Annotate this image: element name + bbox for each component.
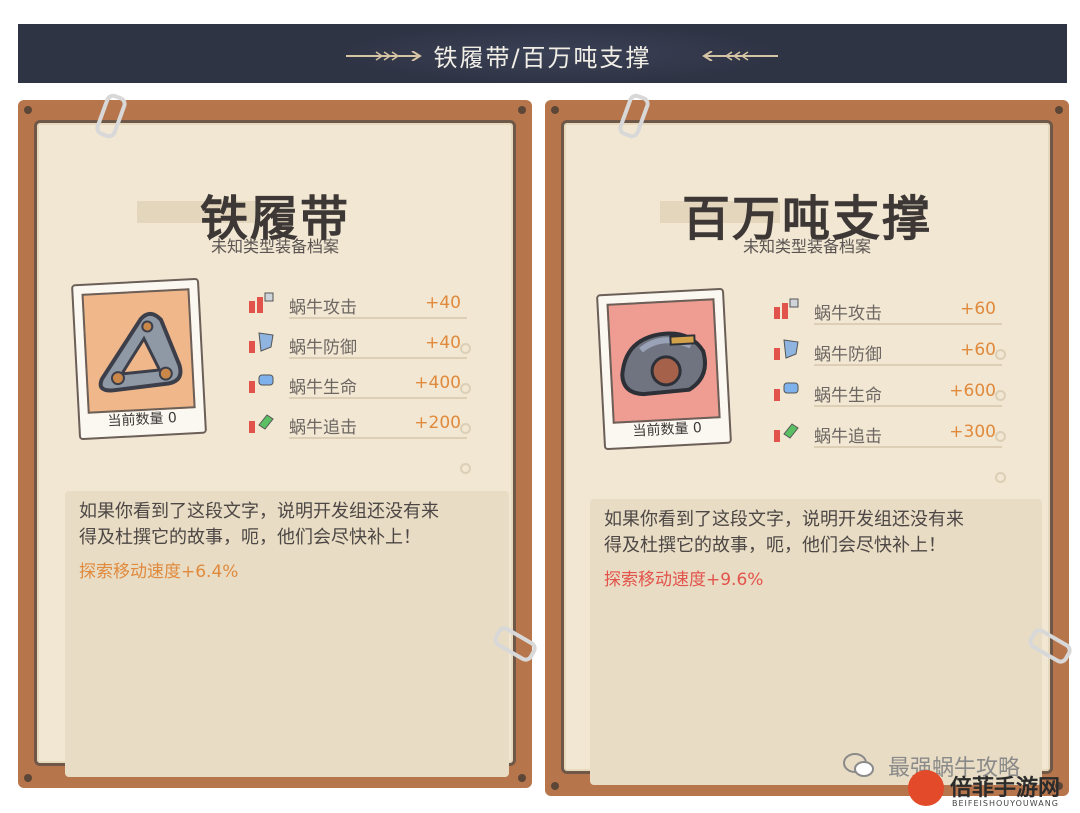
equipment-subtitle: 未知类型装备档案 xyxy=(210,237,339,256)
nail-icon xyxy=(518,106,526,114)
description-box: 如果你看到了这段文字，说明开发组还没有来 得及杜撰它的故事，呃，他们会尽快补上！… xyxy=(65,491,509,777)
quantity-value: 0 xyxy=(167,410,178,427)
stat-value: +60 xyxy=(960,299,996,319)
site-logo-icon xyxy=(908,770,944,806)
defense-icon xyxy=(249,332,274,353)
stat-value: +300 xyxy=(949,422,996,442)
card-paper: 百万吨支撑 未知类型装备档案 当前数量 0 蜗牛攻击 +60 蜗牛防御 +60 … xyxy=(561,120,1053,785)
watermark-site-name: 倍菲手游网 xyxy=(950,775,1061,801)
stat-row-pursuit: 蜗牛追击 +200 xyxy=(247,407,471,474)
stats-list: 蜗牛攻击 +60 蜗牛防御 +60 蜗牛生命 +600 蜗牛追击 +300 xyxy=(772,293,1006,483)
stat-divider xyxy=(814,364,1006,401)
stat-value: +60 xyxy=(960,340,996,360)
description-line: 得及杜撰它的故事，呃，他们会尽快补上！ xyxy=(79,527,421,548)
stat-divider xyxy=(289,437,471,474)
attack-icon xyxy=(774,298,799,319)
card-paper: 铁履带 未知类型装备档案 当前数量 0 蜗牛攻击 +40 蜗牛防御 +40 蜗牛… xyxy=(34,120,516,777)
stat-value: +40 xyxy=(425,293,461,313)
bonus-text: 探索移动速度+6.4% xyxy=(79,562,239,582)
stat-row-defense: 蜗牛防御 +60 xyxy=(772,334,1006,401)
stats-list: 蜗牛攻击 +40 蜗牛防御 +40 蜗牛生命 +400 蜗牛追击 +200 xyxy=(247,287,471,474)
stat-value: +40 xyxy=(425,333,461,353)
stat-divider xyxy=(289,357,471,394)
equipment-photo: 当前数量 0 xyxy=(596,287,732,451)
stat-label: 蜗牛追击 xyxy=(814,427,882,447)
nail-icon xyxy=(518,774,526,782)
stat-divider xyxy=(289,397,471,434)
stat-divider xyxy=(814,405,1006,442)
bonus-text: 探索移动速度+9.6% xyxy=(604,570,764,590)
stat-value: +600 xyxy=(949,381,996,401)
equipment-image xyxy=(606,298,721,424)
quantity-label: 当前数量 xyxy=(632,420,689,440)
description-line: 如果你看到了这段文字，说明开发组还没有来 xyxy=(604,509,964,530)
wechat-icon xyxy=(843,753,874,777)
nail-icon xyxy=(24,774,32,782)
attack-icon xyxy=(249,292,274,313)
stat-value: +400 xyxy=(414,373,461,393)
stat-row-defense: 蜗牛防御 +40 xyxy=(247,327,471,394)
stat-value: +200 xyxy=(414,413,461,433)
stat-row-attack: 蜗牛攻击 +60 xyxy=(772,293,1006,360)
arrow-right-decoration-icon xyxy=(702,51,778,61)
stat-label: 蜗牛追击 xyxy=(289,418,357,438)
stat-label: 蜗牛防御 xyxy=(289,338,357,358)
stat-divider xyxy=(289,317,471,354)
stat-label: 蜗牛防御 xyxy=(814,345,882,365)
stat-label: 蜗牛生命 xyxy=(814,386,882,406)
stat-row-health: 蜗牛生命 +600 xyxy=(772,375,1006,442)
stat-label: 蜗牛生命 xyxy=(289,378,357,398)
health-icon xyxy=(249,374,274,393)
description-line: 得及杜撰它的故事，呃，他们会尽快补上！ xyxy=(604,535,946,556)
stat-divider xyxy=(814,323,1006,360)
stat-label: 蜗牛攻击 xyxy=(814,304,882,324)
equipment-card-support: 百万吨支撑 未知类型装备档案 当前数量 0 蜗牛攻击 +60 蜗牛防御 +60 … xyxy=(545,91,1075,796)
nail-icon xyxy=(1055,106,1063,114)
stat-label: 蜗牛攻击 xyxy=(289,298,357,318)
stat-row-health: 蜗牛生命 +400 xyxy=(247,367,471,434)
header-banner: 铁履带/百万吨支撑 xyxy=(18,24,1067,83)
pursuit-icon xyxy=(774,423,799,442)
nail-icon xyxy=(551,782,559,790)
equipment-photo: 当前数量 0 xyxy=(71,277,207,441)
watermark-site-sub: BEIFEISHOUYOUWANG xyxy=(952,799,1059,808)
iron-track-icon xyxy=(98,311,183,393)
equipment-subtitle: 未知类型装备档案 xyxy=(742,237,871,256)
million-ton-support-icon xyxy=(620,331,707,397)
health-icon xyxy=(774,382,799,401)
quantity-label: 当前数量 xyxy=(107,410,164,430)
nail-icon xyxy=(24,106,32,114)
nail-icon xyxy=(551,106,559,114)
pursuit-icon xyxy=(249,414,274,433)
stat-row-pursuit: 蜗牛追击 +300 xyxy=(772,416,1006,483)
header-title: 铁履带/百万吨支撑 xyxy=(433,44,652,72)
equipment-image xyxy=(81,288,196,414)
quantity-value: 0 xyxy=(692,420,703,437)
description-line: 如果你看到了这段文字，说明开发组还没有来 xyxy=(79,501,439,522)
defense-icon xyxy=(774,339,799,360)
description-box: 如果你看到了这段文字，说明开发组还没有来 得及杜撰它的故事，呃，他们会尽快补上！… xyxy=(590,499,1042,785)
stat-divider xyxy=(814,446,1006,483)
stat-row-attack: 蜗牛攻击 +40 xyxy=(247,287,471,354)
equipment-card-track: 铁履带 未知类型装备档案 当前数量 0 蜗牛攻击 +40 蜗牛防御 +40 蜗牛… xyxy=(18,91,540,788)
